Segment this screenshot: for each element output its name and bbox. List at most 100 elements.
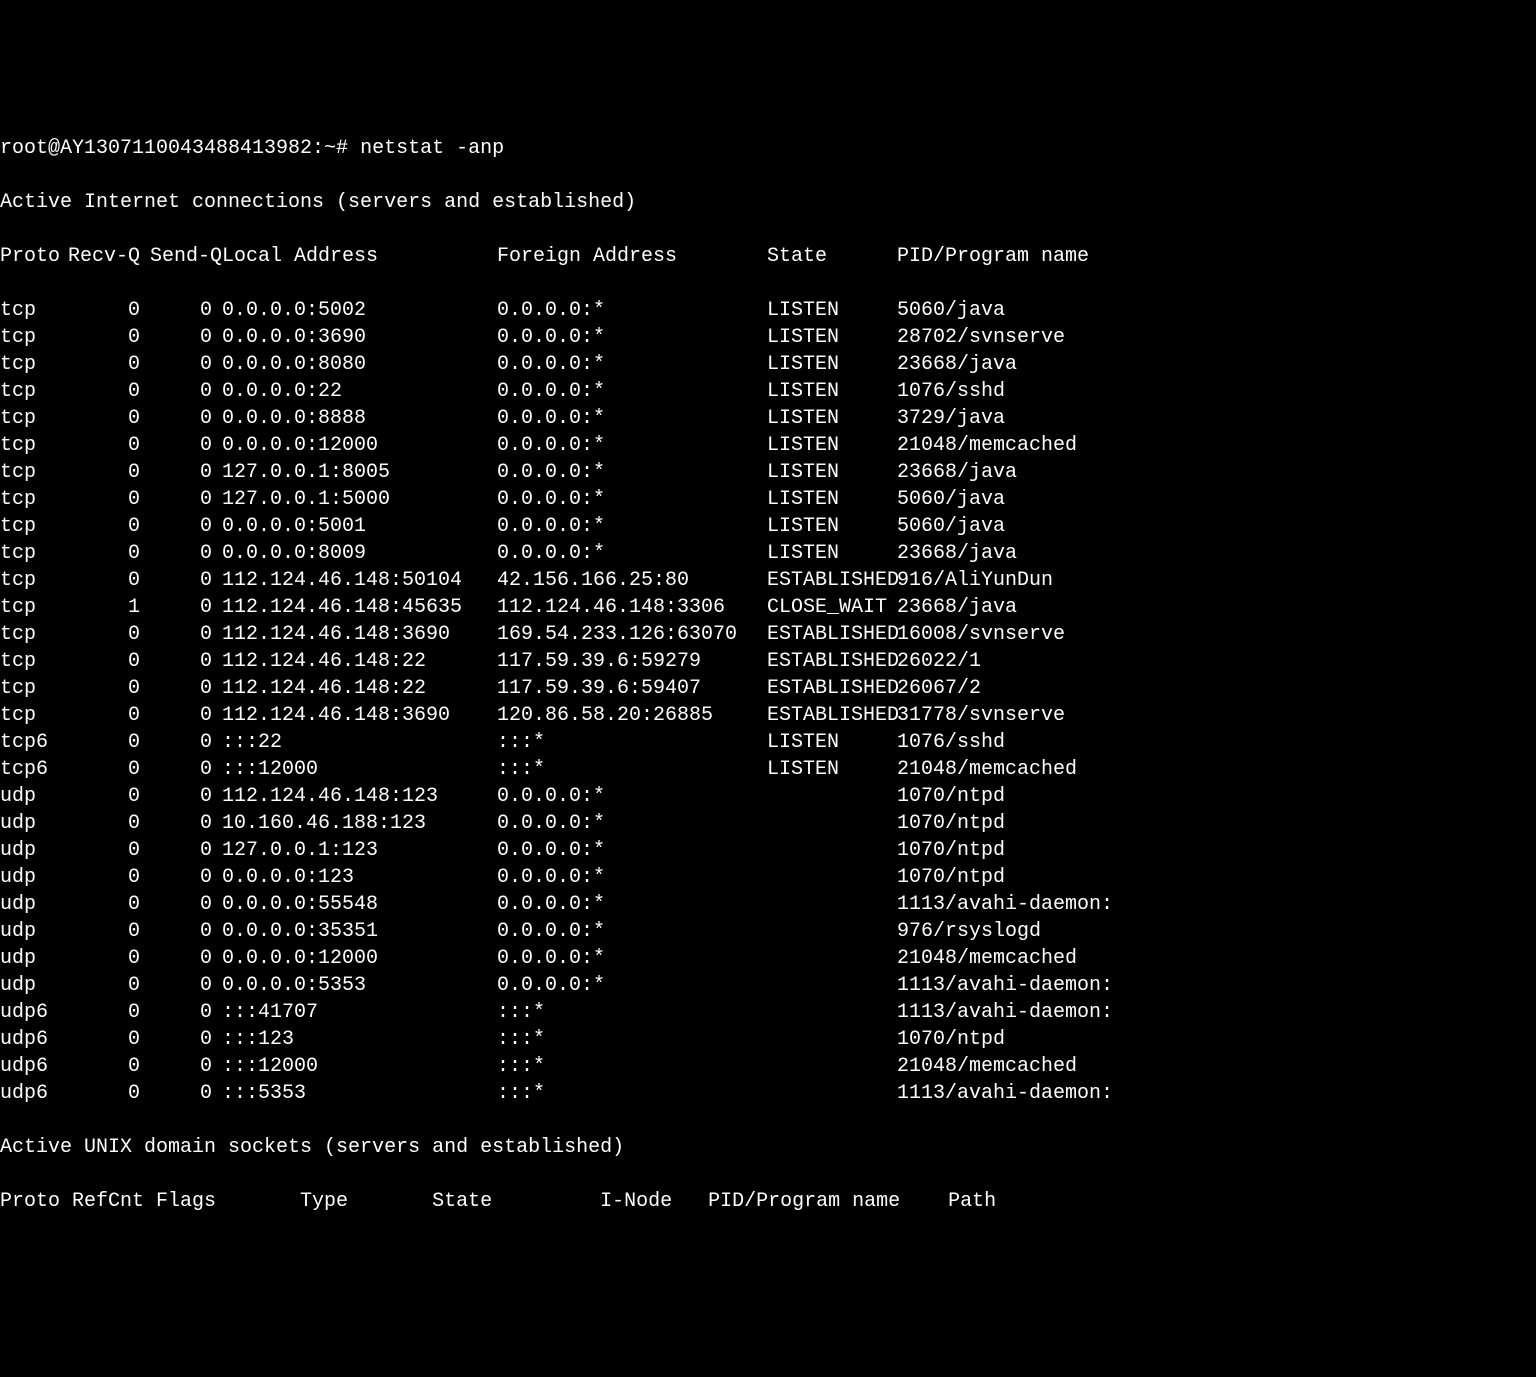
cell-local: 0.0.0.0:8080 [222, 351, 497, 378]
cell-foreign: 0.0.0.0:* [497, 459, 767, 486]
cell-local: 0.0.0.0:8009 [222, 540, 497, 567]
cell-recvq: 0 [68, 729, 150, 756]
cell-local: 0.0.0.0:3690 [222, 324, 497, 351]
cell-proto: tcp [0, 432, 68, 459]
connection-row: udp600:::5353:::*1113/avahi-daemon: [0, 1080, 1536, 1107]
cell-proto: tcp [0, 594, 68, 621]
cell-recvq: 0 [68, 864, 150, 891]
cell-recvq: 0 [68, 999, 150, 1026]
cell-local: 127.0.0.1:8005 [222, 459, 497, 486]
unix-header-row: Proto RefCnt Flags Type State I-Node PID… [0, 1188, 1536, 1215]
cell-recvq: 0 [68, 621, 150, 648]
cell-foreign: 169.54.233.126:63070 [497, 621, 767, 648]
cell-foreign: 117.59.39.6:59407 [497, 675, 767, 702]
cell-pid: 1070/ntpd [897, 783, 1536, 810]
connection-row: udp0010.160.46.188:1230.0.0.0:*1070/ntpd [0, 810, 1536, 837]
cell-pid: 16008/svnserve [897, 621, 1536, 648]
connection-row: tcp000.0.0.0:88880.0.0.0:*LISTEN3729/jav… [0, 405, 1536, 432]
cell-state: ESTABLISHED [767, 648, 897, 675]
cell-sendq: 0 [150, 783, 222, 810]
cell-sendq: 0 [150, 999, 222, 1026]
header-recvq: Recv-Q [68, 243, 150, 270]
cell-local: 112.124.46.148:50104 [222, 567, 497, 594]
connection-row: udp600:::123:::*1070/ntpd [0, 1026, 1536, 1053]
connection-row: tcp000.0.0.0:220.0.0.0:*LISTEN1076/sshd [0, 378, 1536, 405]
connection-row: tcp00112.124.46.148:5010442.156.166.25:8… [0, 567, 1536, 594]
cell-foreign: 0.0.0.0:* [497, 513, 767, 540]
cell-state: ESTABLISHED [767, 702, 897, 729]
connection-row: tcp00112.124.46.148:3690169.54.233.126:6… [0, 621, 1536, 648]
cell-local: 112.124.46.148:123 [222, 783, 497, 810]
cell-pid: 916/AliYunDun [897, 567, 1536, 594]
cell-foreign: 0.0.0.0:* [497, 432, 767, 459]
cell-sendq: 0 [150, 864, 222, 891]
cell-foreign: 0.0.0.0:* [497, 486, 767, 513]
header-proto: Proto [0, 243, 68, 270]
cell-proto: udp6 [0, 1053, 68, 1080]
terminal-output[interactable]: root@AY1307110043488413982:~# netstat -a… [0, 108, 1536, 1242]
connection-row: udp000.0.0.0:555480.0.0.0:*1113/avahi-da… [0, 891, 1536, 918]
cell-proto: udp6 [0, 1026, 68, 1053]
cell-sendq: 0 [150, 594, 222, 621]
cell-proto: tcp [0, 513, 68, 540]
cell-foreign: :::* [497, 1026, 767, 1053]
cell-proto: udp [0, 972, 68, 999]
cell-state: LISTEN [767, 297, 897, 324]
cell-pid: 1070/ntpd [897, 1026, 1536, 1053]
header-local: Local Address [222, 243, 497, 270]
cell-pid: 5060/java [897, 513, 1536, 540]
connection-row: udp00127.0.0.1:1230.0.0.0:*1070/ntpd [0, 837, 1536, 864]
cell-proto: tcp [0, 702, 68, 729]
connection-row: tcp00127.0.0.1:50000.0.0.0:*LISTEN5060/j… [0, 486, 1536, 513]
cell-proto: tcp [0, 540, 68, 567]
cell-recvq: 0 [68, 486, 150, 513]
connection-row: udp000.0.0.0:120000.0.0.0:*21048/memcach… [0, 945, 1536, 972]
cell-proto: udp [0, 945, 68, 972]
cell-pid: 23668/java [897, 459, 1536, 486]
cell-local: :::12000 [222, 1053, 497, 1080]
cell-pid: 23668/java [897, 594, 1536, 621]
cell-recvq: 0 [68, 378, 150, 405]
connection-row: tcp600:::22:::*LISTEN1076/sshd [0, 729, 1536, 756]
cell-local: 112.124.46.148:22 [222, 675, 497, 702]
cell-recvq: 1 [68, 594, 150, 621]
cell-sendq: 0 [150, 324, 222, 351]
cell-recvq: 0 [68, 513, 150, 540]
cell-pid: 3729/java [897, 405, 1536, 432]
cell-sendq: 0 [150, 1080, 222, 1107]
cell-foreign: :::* [497, 756, 767, 783]
connection-row: tcp10112.124.46.148:45635112.124.46.148:… [0, 594, 1536, 621]
cell-proto: udp6 [0, 999, 68, 1026]
connection-row: tcp000.0.0.0:50020.0.0.0:*LISTEN5060/jav… [0, 297, 1536, 324]
cell-local: 0.0.0.0:22 [222, 378, 497, 405]
cell-recvq: 0 [68, 918, 150, 945]
cell-local: :::22 [222, 729, 497, 756]
cell-state: LISTEN [767, 486, 897, 513]
cell-foreign: 0.0.0.0:* [497, 351, 767, 378]
cell-pid: 23668/java [897, 351, 1536, 378]
cell-proto: tcp [0, 351, 68, 378]
cell-sendq: 0 [150, 567, 222, 594]
cell-pid: 21048/memcached [897, 756, 1536, 783]
cell-state [767, 864, 897, 891]
cell-proto: tcp [0, 459, 68, 486]
cell-proto: tcp [0, 486, 68, 513]
cell-local: 0.0.0.0:55548 [222, 891, 497, 918]
cell-local: 112.124.46.148:22 [222, 648, 497, 675]
cell-recvq: 0 [68, 1053, 150, 1080]
cell-state: LISTEN [767, 459, 897, 486]
cell-local: 0.0.0.0:5353 [222, 972, 497, 999]
cell-proto: tcp [0, 405, 68, 432]
header-sendq: Send-Q [150, 243, 222, 270]
cell-foreign: :::* [497, 729, 767, 756]
cell-sendq: 0 [150, 486, 222, 513]
cell-sendq: 0 [150, 837, 222, 864]
cell-pid: 1070/ntpd [897, 837, 1536, 864]
cell-local: :::123 [222, 1026, 497, 1053]
cell-recvq: 0 [68, 567, 150, 594]
cell-pid: 21048/memcached [897, 1053, 1536, 1080]
cell-local: 0.0.0.0:8888 [222, 405, 497, 432]
cell-state [767, 972, 897, 999]
cell-foreign: 0.0.0.0:* [497, 864, 767, 891]
cell-sendq: 0 [150, 513, 222, 540]
